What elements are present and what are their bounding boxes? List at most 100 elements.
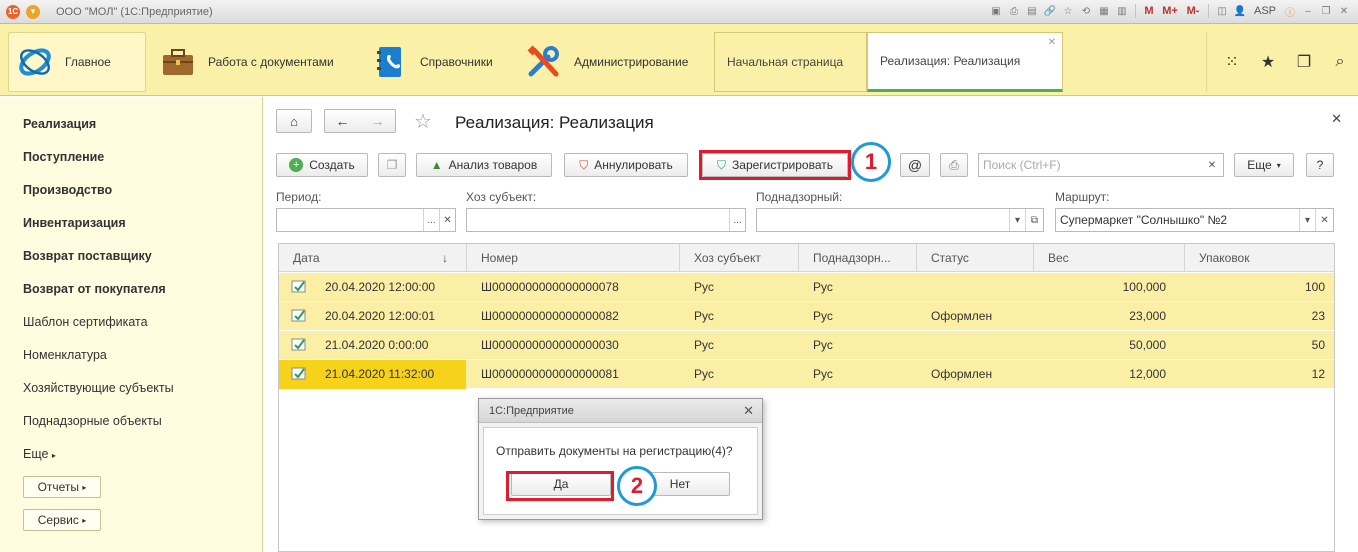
sidebar-item-production[interactable]: Производство [23,183,112,197]
col-status[interactable]: Статус [917,244,1034,272]
col-number[interactable]: Номер [467,244,680,272]
route-field[interactable]: Супермаркет "Солнышко" №2 ▾ ✕ [1055,208,1334,232]
period-field[interactable]: ... ✕ [276,208,456,232]
supervised-field[interactable]: ▾ ⧉ [756,208,1044,232]
favorite-star-icon[interactable]: ☆ [414,109,432,134]
home-icon: ⌂ [290,113,298,129]
history-icon[interactable]: ⟲ [1078,3,1094,19]
user-name[interactable]: ASP [1254,5,1276,17]
search-field[interactable]: Поиск (Ctrl+F) ✕ [978,153,1224,177]
col-weight[interactable]: Вес [1034,244,1185,272]
sidebar-item-return-customer[interactable]: Возврат от покупателя [23,282,166,296]
table-row[interactable]: 20.04.2020 12:00:01 Ш0000000000000000082… [279,302,1334,331]
tools-icon [526,44,562,80]
section-main[interactable]: Главное [8,32,146,92]
supervised-open-icon[interactable]: ⧉ [1025,209,1043,231]
1c-logo-icon[interactable]: 1С [6,4,20,19]
plus-icon: + [289,158,304,172]
route-dropdown-icon[interactable]: ▾ [1299,209,1315,231]
table-row[interactable]: 20.04.2020 12:00:00 Ш0000000000000000078… [279,273,1334,302]
period-select-icon[interactable]: ... [423,209,439,231]
tab-close-icon[interactable]: ✕ [1048,37,1056,48]
route-clear-icon[interactable]: ✕ [1315,209,1333,231]
step-2-marker: 2 [617,466,657,506]
create-label: Создать [309,158,355,172]
forward-arrow-icon[interactable]: → [371,113,385,129]
section-admin[interactable]: Администрирование [526,32,688,92]
printer-icon: ⎙ [949,157,959,172]
annul-button[interactable]: ⛉ Аннулировать [564,153,688,177]
grid-menu-icon[interactable]: ⁙ [1214,52,1250,72]
cell-date: 20.04.2020 12:00:00 [325,280,436,294]
star-icon[interactable]: ★ [1250,52,1286,72]
home-button[interactable]: ⌂ [276,109,312,133]
save-icon[interactable]: ▣ [988,3,1004,19]
cell-weight: 23,000 [1129,309,1166,323]
tab-current-document[interactable]: Реализация: Реализация ✕ [867,32,1063,92]
help-button[interactable]: ? [1306,153,1334,177]
more-button[interactable]: Еще ▾ [1234,153,1294,177]
service-button[interactable]: Сервис ▸ [23,509,101,531]
copy-button[interactable]: ❐ [378,153,406,177]
print-button[interactable]: ⎙ [940,153,968,177]
email-button[interactable]: @ [900,153,930,177]
clear-search-icon[interactable]: ✕ [1201,154,1223,176]
section-documents[interactable]: Работа с документами [160,32,334,92]
cell-supervised: Рус [813,309,833,323]
history-copy-icon[interactable]: ❐ [1286,52,1322,72]
create-button[interactable]: + Создать [276,153,368,177]
print-icon[interactable]: ⎙ [1006,3,1022,19]
nav-buttons: ← → [324,109,396,133]
user-icon: 👤 [1233,5,1247,17]
subject-select-icon[interactable]: ... [729,209,745,231]
sidebar-item-nomenclature[interactable]: Номенклатура [23,348,107,362]
dialog-close-icon[interactable]: ✕ [743,399,754,423]
tab-home-page[interactable]: Начальная страница [714,32,867,92]
address-book-icon [372,44,408,80]
cell-subject: Рус [694,280,714,294]
col-subject[interactable]: Хоз субъект [680,244,799,272]
memory-plus-button[interactable]: M+ [1159,3,1181,19]
panel-icon[interactable]: ◫ [1214,3,1230,19]
minimize-button[interactable]: – [1300,3,1316,19]
main-menu-icon[interactable]: ▾ [26,4,40,19]
close-form-icon[interactable]: ✕ [1331,111,1342,127]
memory-button[interactable]: M [1141,3,1157,19]
cell-packs: 50 [1311,338,1325,352]
supervised-dropdown-icon[interactable]: ▾ [1009,209,1025,231]
memory-minus-button[interactable]: M- [1183,3,1203,19]
sidebar-item-receipt[interactable]: Поступление [23,150,104,164]
col-date-label: Дата [293,251,320,265]
sidebar-item-certificate-template[interactable]: Шаблон сертификата [23,315,148,329]
sidebar-item-inventory[interactable]: Инвентаризация [23,216,126,230]
section-references[interactable]: Справочники [372,32,493,92]
link-icon[interactable]: 🔗 [1042,3,1058,19]
sidebar-item-return-supplier[interactable]: Возврат поставщику [23,249,152,263]
copy-icon: ❐ [386,158,398,172]
sidebar-item-more[interactable]: Еще ▸ [23,447,56,461]
favorites-icon[interactable]: ☆ [1060,3,1076,19]
maximize-button[interactable]: ❐ [1318,3,1334,19]
reports-button[interactable]: Отчеты ▸ [23,476,101,498]
table-row[interactable]: 21.04.2020 11:32:00 Ш0000000000000000081… [279,360,1334,389]
info-icon[interactable]: ⓘ [1282,3,1298,19]
col-packs[interactable]: Упаковок [1185,244,1334,272]
close-window-button[interactable]: ✕ [1336,3,1352,19]
period-clear-icon[interactable]: ✕ [439,209,455,231]
sidebar-item-supervised[interactable]: Поднадзорные объекты [23,414,162,428]
cell-subject: Рус [694,367,714,381]
col-date[interactable]: Дата ↓ [279,244,467,272]
analysis-button[interactable]: ▲ Анализ товаров [416,153,552,177]
search-icon[interactable]: ⌕ [1322,53,1358,71]
preview-icon[interactable]: ▤ [1024,3,1040,19]
back-arrow-icon[interactable]: ← [336,113,350,129]
col-supervised[interactable]: Поднадзорн... [799,244,917,272]
briefcase-icon [160,44,196,80]
table-row[interactable]: 21.04.2020 0:00:00 Ш0000000000000000030 … [279,331,1334,360]
sidebar-more-label: Еще [23,447,49,461]
sidebar-item-subjects[interactable]: Хозяйствующие субъекты [23,381,174,395]
calculator-icon[interactable]: ▥ [1114,3,1130,19]
sidebar-item-sales[interactable]: Реализация [23,117,96,131]
calendar-icon[interactable]: ▦ [1096,3,1112,19]
subject-field[interactable]: ... [466,208,746,232]
